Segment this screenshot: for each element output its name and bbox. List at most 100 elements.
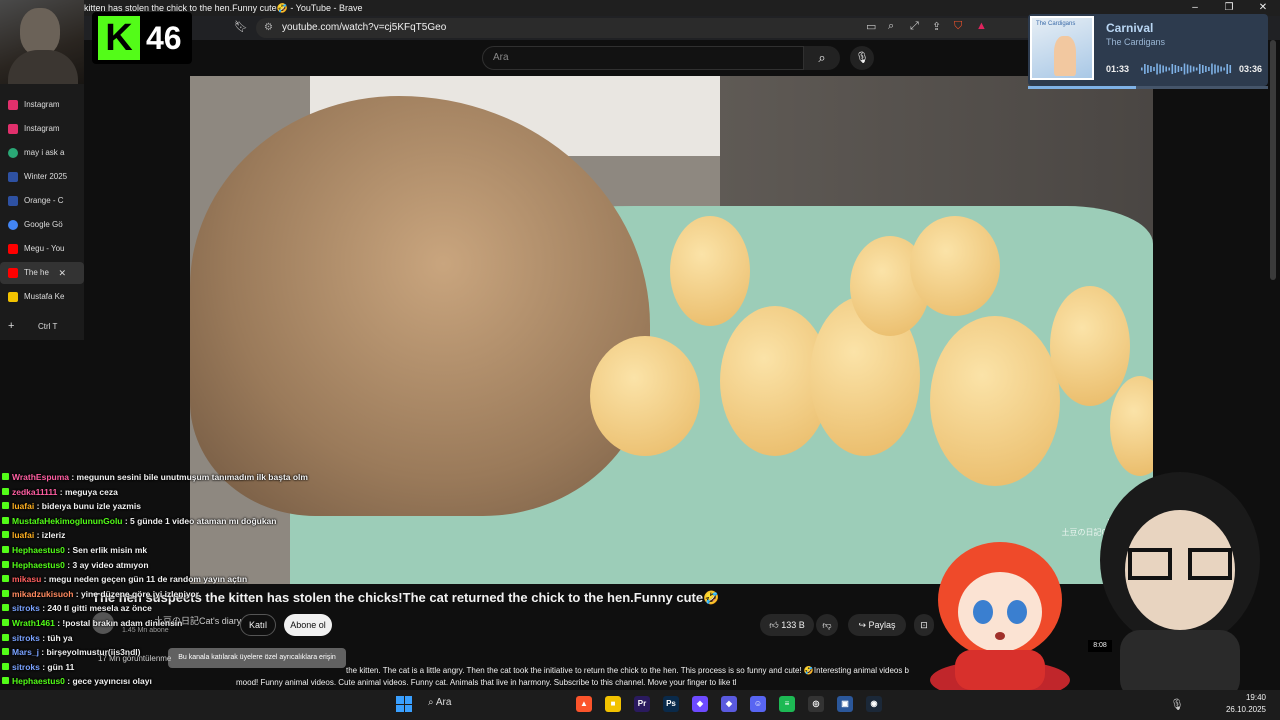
dislike-button[interactable]: 👎︎ <box>816 614 838 636</box>
sidebar-item-label: Orange - C <box>24 196 64 205</box>
chat-username[interactable]: Hephaestus0 <box>12 545 65 555</box>
now-playing-widget: The Cardigans Carnival The Cardigans 01:… <box>1028 14 1268 86</box>
address-bar[interactable]: ⚙ youtube.com/watch?v=cj5KFqT5Geo <box>256 18 1036 38</box>
total-time: 03:36 <box>1239 64 1263 74</box>
discord-icon[interactable]: ☺ <box>750 696 766 712</box>
sidebar-item-label: Winter 2025 <box>24 172 68 181</box>
waveform-bar <box>1205 66 1207 72</box>
chat-badge-icon <box>2 487 9 495</box>
sidebar-item-chat[interactable]: may i ask a <box>0 142 84 164</box>
system-clock[interactable]: 19:40 26.10.2025 <box>1226 692 1266 716</box>
waveform-bar <box>1153 67 1155 71</box>
chat-username[interactable]: mikadzukisuoh <box>12 589 73 599</box>
chat-username[interactable]: WrathEspuma <box>12 472 69 482</box>
chat-username[interactable]: Hephaestus0 <box>12 676 65 686</box>
sidebar-item-label: Instagram <box>24 124 60 133</box>
photoshop-icon[interactable]: Ps <box>663 696 679 712</box>
streamer-body <box>8 50 78 84</box>
taskbar-search[interactable]: ⌕ Ara <box>428 697 451 708</box>
chat-message: Hephaestus0 : gece yayıncısı olayı <box>2 676 288 687</box>
chat-text: : meguya ceza <box>57 486 118 497</box>
chat-username[interactable]: Hephaestus0 <box>12 560 65 570</box>
album-art-label: The Cardigans <box>1036 21 1076 27</box>
chat-username[interactable]: zedka11111 <box>12 487 57 497</box>
brave-icon[interactable]: ▲ <box>576 696 592 712</box>
brave-rewards-icon[interactable]: ▲ <box>976 20 987 32</box>
share-label: Paylaş <box>868 620 896 630</box>
waveform-bar <box>1147 65 1149 73</box>
chat-text: : birşeyolmustur(iis3ndl) <box>38 647 141 658</box>
chat-username[interactable]: mikasu <box>12 574 41 584</box>
like-button[interactable]: 👍︎ 133 B <box>760 614 814 636</box>
chat-message: WrathEspuma : megunun sesini bile unutmu… <box>2 472 308 483</box>
chat-username[interactable]: sitroks <box>12 662 40 672</box>
video-scene-chick <box>910 216 1000 316</box>
waveform-bar <box>1156 63 1158 75</box>
chat-badge-icon <box>2 604 9 612</box>
app-purple-icon[interactable]: ◆ <box>692 696 708 712</box>
close-tab-icon[interactable]: ✕ <box>58 262 66 284</box>
translate-icon[interactable]: ⤢ <box>910 20 919 33</box>
share-arrow-icon: ↪ <box>858 620 869 630</box>
sidebar-item-anime[interactable]: Orange - C <box>0 190 84 212</box>
files-icon[interactable]: ■ <box>605 696 621 712</box>
subscribe-button[interactable]: Abone ol <box>284 614 332 636</box>
share-icon[interactable]: ⇪ <box>932 20 941 33</box>
chat-username[interactable]: MustafaHekimoglununGolu <box>12 516 123 526</box>
chat-username[interactable]: Mars_j <box>12 647 39 657</box>
waveform-bar <box>1208 67 1210 71</box>
waveform-bar <box>1192 66 1195 72</box>
site-settings-icon[interactable]: ⚙ <box>264 18 273 38</box>
brave-shields-icon[interactable]: ⛉ <box>954 20 962 33</box>
chat-username[interactable]: luafai <box>12 530 34 540</box>
elapsed-time: 01:33 <box>1106 64 1130 74</box>
bookmark-icon[interactable]: 🔖︎ <box>234 20 248 33</box>
sidebar-item-folder[interactable]: Mustafa Ke <box>0 286 84 308</box>
page-scrollbar[interactable] <box>1270 40 1276 280</box>
sidebar-item-instagram[interactable]: Instagram <box>0 94 84 116</box>
windows-start-icon[interactable] <box>396 696 412 712</box>
spotify-icon[interactable]: ≡ <box>779 696 795 712</box>
steam-icon[interactable]: ◉ <box>866 696 882 712</box>
video-description[interactable]: the kitten. The cat is a little angry. T… <box>346 666 946 675</box>
song-artist: The Cardigans <box>1106 37 1166 47</box>
waveform-bar <box>1220 66 1222 72</box>
reader-mode-icon[interactable]: ▭ <box>866 20 876 33</box>
obs-icon[interactable]: ◎ <box>808 696 824 712</box>
chat-badge-icon <box>2 633 9 641</box>
chat-text: : tüh ya <box>39 632 73 643</box>
microphone-icon[interactable]: 🎙︎ <box>850 46 874 70</box>
dislike-icon: 👎︎ <box>822 620 832 630</box>
youtube-search-input[interactable]: Ara <box>482 46 804 70</box>
sidebar-item-youtube[interactable]: Megu - You <box>0 238 84 260</box>
video-scene-chick <box>1050 286 1130 406</box>
new-tab-icon[interactable]: + <box>8 320 14 332</box>
chat-username[interactable]: sitroks <box>12 633 40 643</box>
chat-username[interactable]: sitroks <box>12 603 40 613</box>
sidebar-item-anime[interactable]: Winter 2025 <box>0 166 84 188</box>
sidebar-item-google[interactable]: Google Gö <box>0 214 84 236</box>
album-art: The Cardigans <box>1030 16 1094 80</box>
taskbar-search-label: Ara <box>435 697 452 708</box>
app-active-icon[interactable]: ▣ <box>837 696 853 712</box>
video-description[interactable]: mood! Funny animal videos. Cute animal v… <box>236 678 736 687</box>
url-text: youtube.com/watch?v=cj5KFqT5Geo <box>282 22 447 33</box>
premiere-icon[interactable]: Pr <box>634 696 650 712</box>
zoom-icon[interactable]: ⌕ <box>888 20 894 33</box>
sidebar-item-instagram[interactable]: Instagram <box>0 118 84 140</box>
chat-username[interactable]: Wrath1461 <box>12 618 55 628</box>
share-button[interactable]: ↪ Paylaş <box>848 614 906 636</box>
chat-text: : bideıya bunu izle yazmis <box>34 501 141 512</box>
video-player[interactable]: YouTube 土豆の日記Cat's diary <box>190 76 1153 584</box>
app-diamond-icon[interactable]: ◆ <box>721 696 737 712</box>
microphone-tray-icon[interactable]: 🎙︎ <box>1170 698 1184 711</box>
sidebar-item-youtube-active[interactable]: The he ✕ <box>0 262 84 284</box>
song-title: Carnival <box>1106 21 1154 35</box>
chat-badge-icon <box>2 502 9 510</box>
chat-badge-icon <box>2 677 9 685</box>
chat-badge-icon <box>2 589 9 597</box>
chat-username[interactable]: luafai <box>12 501 34 511</box>
album-art-figure <box>1054 36 1076 76</box>
chat-badge-icon <box>2 473 9 480</box>
search-icon[interactable]: ⌕ <box>804 46 840 70</box>
